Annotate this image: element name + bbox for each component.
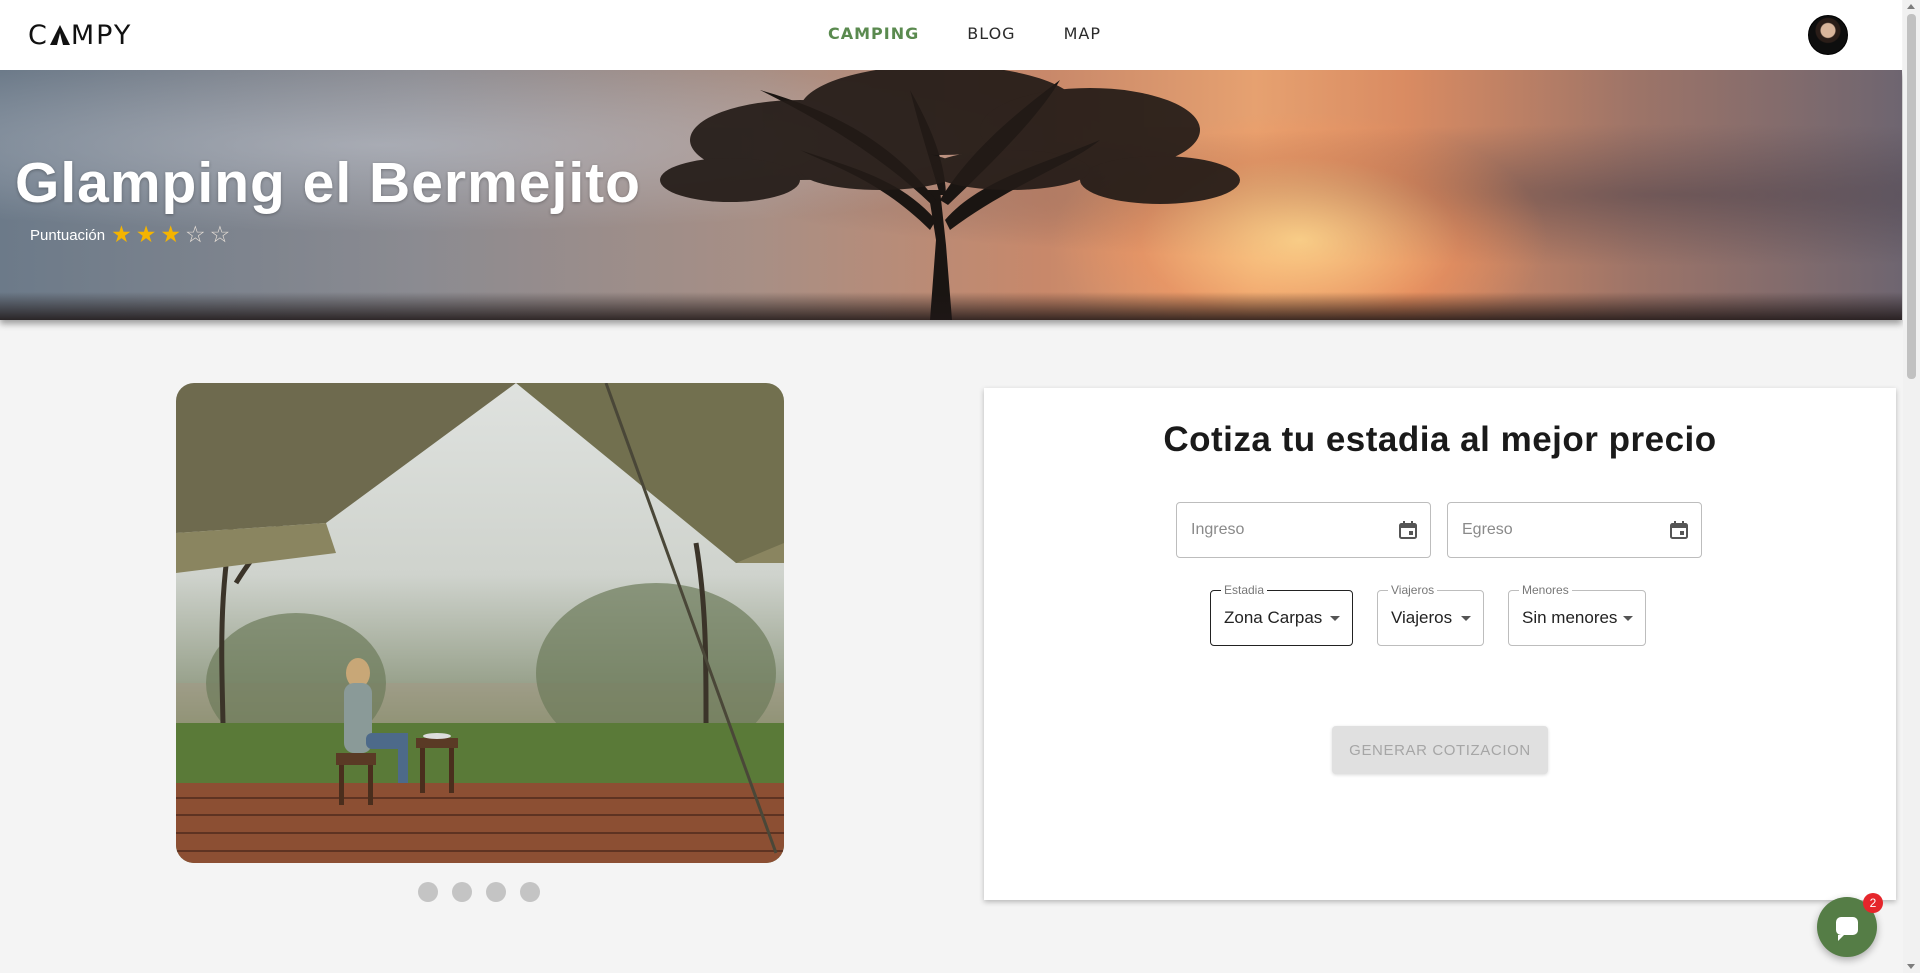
stay-select[interactable]: Estadia Zona Carpas bbox=[1210, 583, 1353, 646]
chevron-down-icon bbox=[1461, 616, 1471, 621]
calendar-icon[interactable] bbox=[1398, 520, 1418, 540]
quote-title: Cotiza tu estadia al mejor precio bbox=[1163, 420, 1717, 459]
tent-logo-icon bbox=[49, 24, 70, 45]
hero-ground bbox=[0, 292, 1902, 320]
stay-select-value: Zona Carpas bbox=[1224, 608, 1323, 627]
nav-map[interactable]: MAP bbox=[1064, 24, 1101, 43]
check-out-field[interactable]: Egreso bbox=[1447, 502, 1702, 558]
user-avatar[interactable] bbox=[1808, 15, 1848, 55]
scrollbar-thumb[interactable] bbox=[1907, 14, 1916, 379]
rating-label: Puntuación bbox=[30, 227, 106, 244]
travelers-select-label: Viajeros bbox=[1388, 583, 1438, 597]
carousel-dot-4[interactable] bbox=[520, 882, 540, 902]
generate-quote-button[interactable]: GENERAR COTIZACION bbox=[1332, 726, 1548, 774]
carousel-dot-3[interactable] bbox=[486, 882, 506, 902]
star-filled-icon[interactable]: ★ bbox=[111, 224, 132, 247]
chat-bubble-icon bbox=[1836, 917, 1858, 941]
travelers-select-value: Viajeros bbox=[1391, 608, 1453, 627]
check-in-placeholder: Ingreso bbox=[1191, 521, 1245, 538]
photo-carousel[interactable] bbox=[176, 383, 784, 863]
minors-select-value: Sin menores bbox=[1522, 608, 1618, 627]
minors-select[interactable]: Menores Sin menores bbox=[1508, 583, 1646, 646]
star-filled-icon[interactable]: ★ bbox=[160, 224, 181, 247]
carousel-dots bbox=[418, 882, 540, 902]
quote-card: Cotiza tu estadia al mejor precio Ingres… bbox=[984, 388, 1896, 900]
star-filled-icon[interactable]: ★ bbox=[136, 224, 157, 247]
check-out-placeholder: Egreso bbox=[1462, 521, 1513, 538]
scroll-up-arrow-icon[interactable] bbox=[1907, 4, 1915, 9]
chat-notification-badge: 2 bbox=[1863, 893, 1883, 913]
star-empty-icon[interactable]: ☆ bbox=[210, 224, 231, 247]
minors-select-label: Menores bbox=[1519, 583, 1572, 597]
campy-logo[interactable]: C MPY bbox=[28, 20, 132, 51]
stay-select-label: Estadia bbox=[1221, 583, 1268, 597]
camp-title: Glamping el Bermejito bbox=[15, 151, 641, 215]
chat-button[interactable]: 2 bbox=[1817, 893, 1883, 957]
hero-banner: Glamping el Bermejito Puntuación ★ ★ ★ ☆… bbox=[0, 70, 1902, 320]
nav-camping[interactable]: CAMPING bbox=[828, 24, 919, 43]
carousel-dot-1[interactable] bbox=[418, 882, 438, 902]
travelers-select[interactable]: Viajeros Viajeros bbox=[1377, 583, 1484, 646]
calendar-icon[interactable] bbox=[1669, 520, 1689, 540]
logo-text-start: C bbox=[28, 20, 49, 51]
rating: Puntuación ★ ★ ★ ☆ ☆ bbox=[30, 224, 230, 247]
logo-text-end: MPY bbox=[70, 20, 133, 51]
carousel-dot-2[interactable] bbox=[452, 882, 472, 902]
chevron-down-icon bbox=[1623, 616, 1633, 621]
chevron-down-icon bbox=[1330, 616, 1340, 621]
carousel-photo bbox=[176, 383, 784, 863]
main-nav: CAMPING BLOG MAP bbox=[828, 24, 1101, 43]
star-empty-icon[interactable]: ☆ bbox=[185, 224, 206, 247]
top-navbar: C MPY CAMPING BLOG MAP bbox=[0, 0, 1902, 70]
check-in-field[interactable]: Ingreso bbox=[1176, 502, 1431, 558]
nav-blog[interactable]: BLOG bbox=[967, 24, 1015, 43]
scroll-down-arrow-icon[interactable] bbox=[1907, 964, 1915, 969]
page-scrollbar[interactable] bbox=[1903, 0, 1920, 973]
